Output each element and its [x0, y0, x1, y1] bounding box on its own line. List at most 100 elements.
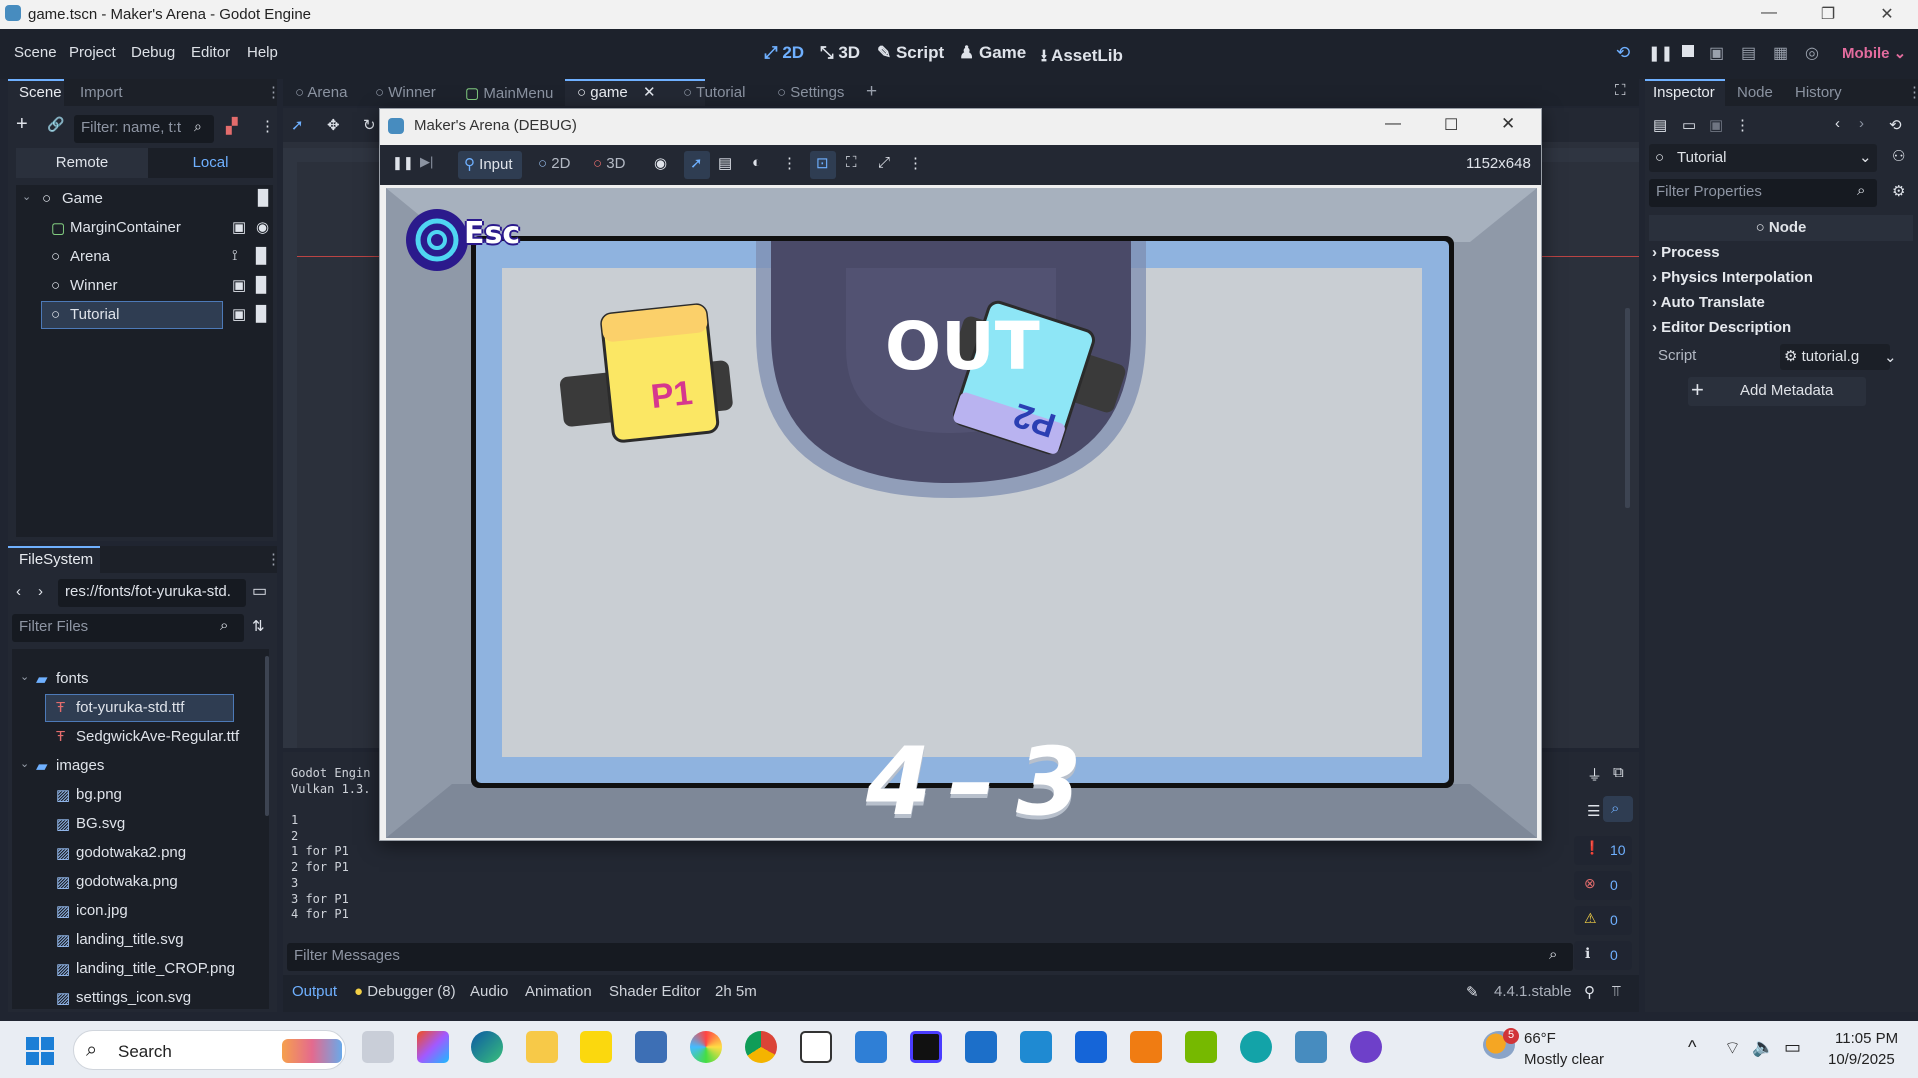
layout-toggle-icon[interactable]: ▭ — [252, 581, 267, 601]
remote-button[interactable]: Remote — [16, 148, 148, 178]
file-item[interactable]: Ŧfot-yuruka-std.ttf — [45, 694, 234, 722]
open-folder-icon[interactable]: ▭ — [1682, 116, 1696, 134]
tab-filesystem[interactable]: FileSystem — [19, 551, 93, 568]
minimize-button[interactable]: — — [1758, 4, 1780, 26]
figma-icon[interactable] — [417, 1031, 449, 1063]
collapse-arrow-icon[interactable]: ⌄ — [22, 190, 31, 203]
more-icon[interactable]: ⋮ — [1735, 116, 1750, 134]
maximize-button[interactable]: ❐ — [1817, 4, 1839, 26]
script-icon[interactable]: ▉ — [256, 305, 268, 323]
tab-node[interactable]: Node — [1737, 84, 1773, 101]
local-button[interactable]: Local — [148, 148, 273, 178]
close-window-button[interactable]: ✕ — [1501, 114, 1515, 134]
task-view-icon[interactable] — [362, 1031, 394, 1063]
stop-icon[interactable] — [1682, 45, 1694, 57]
tab-inspector[interactable]: Inspector — [1653, 84, 1715, 101]
tray-chevron-up-icon[interactable]: ^ — [1688, 1037, 1696, 1058]
errors-count-badge[interactable]: 0 — [1574, 871, 1632, 900]
instance-icon[interactable]: ▣ — [232, 305, 246, 323]
instance-icon[interactable]: ▣ — [232, 218, 246, 236]
tab-game[interactable]: ○ game — [577, 84, 628, 101]
github-desktop-icon[interactable] — [1350, 1031, 1382, 1063]
notepad-icon[interactable] — [855, 1031, 887, 1063]
collapse-arrow-icon[interactable]: ⌄ — [20, 670, 29, 683]
tab-shader-editor[interactable]: Shader Editor — [609, 983, 701, 1000]
embed-icon[interactable]: ⊡ — [816, 154, 829, 172]
camera-icon[interactable]: ◐ — [752, 154, 761, 171]
collapse-icon[interactable]: ☰ — [1587, 802, 1600, 820]
esc-label[interactable]: Esc — [464, 216, 520, 251]
script-property-value[interactable]: ⚙ tutorial.g — [1780, 344, 1890, 370]
filter-messages-input[interactable]: Filter Messages — [287, 943, 1573, 971]
menu-help[interactable]: Help — [247, 44, 278, 61]
history-forward-icon[interactable]: › — [1859, 115, 1864, 132]
file-item[interactable]: Ŧ SedgwickAve-Regular.ttf — [46, 724, 239, 750]
tree-node-arena[interactable]: ○ Arena ⟟ ▉ — [42, 244, 268, 270]
script-icon[interactable]: ▉ — [256, 247, 268, 265]
more-icon[interactable]: ⋮ — [782, 154, 797, 172]
battery-icon[interactable]: ▭ — [1784, 1037, 1801, 1058]
file-item[interactable]: ▨ BG.svg — [46, 811, 233, 837]
arduino-icon[interactable] — [1240, 1031, 1272, 1063]
reload-icon[interactable]: ⟲ — [1616, 43, 1630, 63]
gear-icon[interactable] — [406, 209, 468, 271]
clear-output-icon[interactable]: ⏚ — [1587, 764, 1602, 785]
rotate-tool-icon[interactable]: ↻ — [363, 116, 376, 134]
add-metadata-button[interactable]: Add Metadata — [1688, 377, 1866, 406]
start-windows-icon[interactable] — [26, 1037, 54, 1065]
add-tab-icon[interactable]: + — [866, 81, 877, 103]
clock-date[interactable]: 10/9/2025 — [1828, 1051, 1895, 1068]
movie-maker-icon[interactable]: ◎ — [1805, 43, 1819, 63]
tab-output[interactable]: Output — [292, 983, 337, 1000]
kicad-icon[interactable] — [1075, 1031, 1107, 1063]
calculator-icon[interactable] — [635, 1031, 667, 1063]
history-back-icon[interactable]: ‹ — [1835, 115, 1840, 132]
search-toggle-icon[interactable]: ⌕ — [1611, 800, 1619, 817]
sort-icon[interactable]: ⇅ — [252, 617, 265, 635]
file-item[interactable]: ▨ godotwaka.png — [46, 869, 233, 895]
tab-audio[interactable]: Audio — [470, 983, 508, 1000]
news-icon[interactable] — [965, 1031, 997, 1063]
tab-import[interactable]: Import — [80, 84, 123, 101]
scene-menu-icon[interactable]: ⋮ — [260, 117, 275, 135]
new-resource-icon[interactable]: ▤ — [1653, 116, 1667, 134]
folder-item[interactable]: ⌄ ▰ images — [20, 753, 233, 779]
section-auto-translate[interactable]: › Auto Translate — [1652, 294, 1765, 311]
file-item[interactable]: ▨ bg.png — [46, 782, 233, 808]
workspace-script[interactable]: ✎ Script — [877, 43, 944, 63]
dock-menu-icon[interactable]: ⋮ — [1907, 83, 1918, 101]
script-attach-icon[interactable]: ▞ — [226, 117, 238, 135]
next-frame-icon[interactable]: ▶| — [420, 154, 433, 170]
workspace-3d[interactable]: ⤡ 3D — [820, 43, 860, 63]
dock-menu-icon[interactable]: ⋮ — [266, 83, 281, 101]
section-editor-description[interactable]: › Editor Description — [1652, 319, 1791, 336]
list-select-icon[interactable]: ▤ — [718, 154, 732, 172]
workspace-assetlib[interactable]: ⭳ AssetLib — [1041, 43, 1123, 72]
menu-scene[interactable]: Scene — [14, 44, 57, 61]
tree-node-margincontainer[interactable]: ▢ MarginContainer ▣ ◉ — [42, 215, 269, 241]
menu-editor[interactable]: Editor — [191, 44, 230, 61]
warnings-count-badge[interactable]: 0 — [1574, 906, 1632, 935]
move-tool-icon[interactable]: ✥ — [327, 116, 340, 134]
object-selector[interactable]: ○ Tutorial ⌄ — [1649, 144, 1877, 172]
filter-properties-input[interactable]: Filter Properties — [1649, 179, 1877, 207]
godot-icon[interactable] — [1295, 1031, 1327, 1063]
tab-debugger[interactable]: ● Debugger (8) — [354, 983, 456, 1000]
chevron-down-icon[interactable]: ⌄ — [1884, 348, 1897, 366]
snipping-tool-icon[interactable] — [800, 1031, 832, 1063]
save-icon[interactable]: ▣ — [1709, 116, 1723, 134]
filter-files-input[interactable]: Filter Files — [12, 614, 244, 642]
forward-arrow-icon[interactable]: › — [38, 583, 43, 600]
play-custom-icon[interactable]: ▦ — [1773, 43, 1788, 63]
minimize-button[interactable]: — — [1385, 115, 1401, 133]
select-tool-icon[interactable]: ➚ — [291, 116, 304, 134]
link-icon[interactable]: 🔗 — [47, 116, 64, 133]
more-icon[interactable]: ⋮ — [908, 154, 923, 172]
back-arrow-icon[interactable]: ‹ — [16, 583, 21, 600]
file-item[interactable]: ▨ settings_icon.svg — [46, 985, 233, 1011]
workspace-game[interactable]: ♟ Game — [959, 43, 1026, 63]
property-settings-icon[interactable]: ⚙ — [1892, 182, 1905, 200]
tab-mainmenu[interactable]: ▢ MainMenu — [465, 84, 553, 102]
pin-icon[interactable]: ⚲ — [1584, 983, 1595, 1001]
taskbar-search-box[interactable]: ⌕ Search — [73, 1030, 346, 1070]
